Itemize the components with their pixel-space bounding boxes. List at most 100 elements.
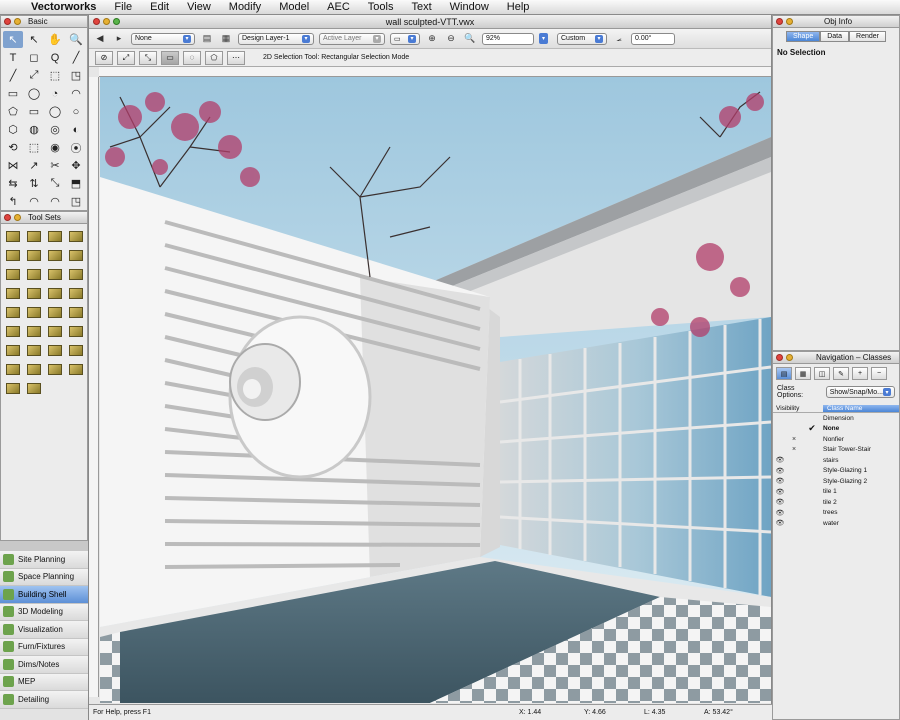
close-icon[interactable]: [776, 18, 783, 25]
class-options-popup[interactable]: Show/Snap/Mo... ▾: [825, 386, 895, 398]
building-shell-tool-icon[interactable]: [66, 341, 86, 359]
class-row[interactable]: 👁 tile 2: [773, 497, 899, 508]
quarter-arc-tool-icon[interactable]: ◔: [45, 85, 65, 102]
building-shell-tool-icon[interactable]: [24, 227, 44, 245]
polygon-tool-icon[interactable]: ⬠: [3, 103, 23, 120]
fillet-tool-icon[interactable]: ⋈: [3, 157, 23, 174]
building-shell-tool-icon[interactable]: [24, 246, 44, 264]
pan-tool-icon[interactable]: ↖: [24, 31, 44, 48]
chamfer-tool-icon[interactable]: ↗: [24, 157, 44, 174]
walkthrough-tool-icon[interactable]: ⇅: [24, 175, 44, 192]
minimize-icon[interactable]: [14, 214, 21, 221]
class-row[interactable]: 👁 Style-Glazing 1: [773, 466, 899, 477]
close-icon[interactable]: [776, 354, 783, 361]
tab-data[interactable]: Data: [820, 31, 850, 42]
reshape-tool-icon[interactable]: ⤢: [24, 67, 44, 84]
menu-file[interactable]: File: [105, 0, 141, 15]
building-shell-tool-icon[interactable]: [3, 303, 23, 321]
render-tool-icon[interactable]: ◳: [66, 193, 86, 210]
class-row[interactable]: 👁 stairs: [773, 455, 899, 466]
menu-help[interactable]: Help: [498, 0, 539, 15]
clip-tool-icon[interactable]: ◉: [45, 139, 65, 156]
render-mode-popup[interactable]: ▭ ▾: [390, 32, 420, 45]
lasso-selection-icon[interactable]: ◌: [183, 50, 201, 65]
visible-icon[interactable]: 👁: [773, 477, 787, 485]
visible-icon[interactable]: 👁: [773, 488, 787, 496]
zoom-tool-icon[interactable]: 🔍: [66, 31, 86, 48]
active-layer-popup[interactable]: Active Layer ▾: [319, 32, 385, 45]
building-shell-tool-icon[interactable]: [3, 322, 23, 340]
arc-tool-icon[interactable]: ◯: [24, 85, 44, 102]
invisible-icon[interactable]: ×: [787, 446, 801, 453]
oval-tool-icon[interactable]: ◠: [66, 85, 86, 102]
angle-field[interactable]: 0.00°: [631, 32, 675, 45]
rectangular-selection-icon[interactable]: ▭: [161, 50, 179, 65]
class-row[interactable]: × Stair Tower-Stair: [773, 445, 899, 456]
offset-tool-icon[interactable]: ◐: [66, 121, 86, 138]
building-shell-tool-icon[interactable]: [66, 322, 86, 340]
building-shell-tool-icon[interactable]: [45, 284, 65, 302]
menu-view[interactable]: View: [178, 0, 220, 15]
connect-tool-icon[interactable]: ✥: [66, 157, 86, 174]
class-row[interactable]: 👁 water: [773, 518, 899, 529]
forward-icon[interactable]: ▸: [112, 33, 126, 45]
visible-icon[interactable]: 👁: [773, 519, 787, 527]
extrude-tool-icon[interactable]: ↰: [3, 193, 23, 210]
visible-icon[interactable]: 👁: [773, 509, 787, 517]
building-shell-tool-icon[interactable]: [45, 322, 65, 340]
no-pick-up-icon[interactable]: ⊘: [95, 50, 113, 65]
menu-tools[interactable]: Tools: [359, 0, 403, 15]
class-row[interactable]: 👁 trees: [773, 508, 899, 519]
layers-view-icon[interactable]: ▦: [795, 367, 811, 380]
building-shell-tool-icon[interactable]: [3, 360, 23, 378]
building-shell-tool-icon[interactable]: [24, 303, 44, 321]
layer-options-icon[interactable]: ▦: [219, 33, 233, 45]
building-shell-tool-icon[interactable]: [66, 227, 86, 245]
building-shell-tool-icon[interactable]: [45, 303, 65, 321]
classes-view-icon[interactable]: ▤: [776, 367, 792, 380]
delete-icon[interactable]: −: [871, 367, 887, 380]
visible-icon[interactable]: 👁: [773, 456, 787, 464]
snap-icon[interactable]: ⋯: [227, 50, 245, 65]
building-shell-tool-icon[interactable]: [66, 303, 86, 321]
mirror-tool-icon[interactable]: ⬚: [24, 139, 44, 156]
view-popup[interactable]: Custom ▾: [557, 32, 607, 45]
tool-set-site-planning[interactable]: Site Planning: [0, 551, 88, 569]
magnify-icon[interactable]: 🔍: [463, 33, 477, 45]
reshape-icon[interactable]: ⤢: [117, 50, 135, 65]
edit-icon[interactable]: ✎: [833, 367, 849, 380]
callout-tool-icon[interactable]: Q: [45, 49, 65, 66]
building-shell-tool-icon[interactable]: [45, 360, 65, 378]
move-page-tool-icon[interactable]: ✋: [45, 31, 65, 48]
translate-view-tool-icon[interactable]: ⤡: [45, 175, 65, 192]
building-shell-tool-icon[interactable]: [45, 265, 65, 283]
zoom-field[interactable]: 92%: [482, 32, 534, 45]
minimize-icon[interactable]: [786, 18, 793, 25]
invisible-icon[interactable]: ×: [787, 436, 801, 443]
building-shell-tool-icon[interactable]: [45, 246, 65, 264]
tool-set-furn-fixtures[interactable]: Furn/Fixtures: [0, 638, 88, 656]
rounded-rect-tool-icon[interactable]: ◳: [66, 67, 86, 84]
zoom-in-icon[interactable]: ⊕: [425, 33, 439, 45]
close-icon[interactable]: [4, 214, 11, 221]
building-shell-tool-icon[interactable]: [24, 341, 44, 359]
rotate-view-tool-icon[interactable]: ⬒: [66, 175, 86, 192]
tool-set-space-planning[interactable]: Space Planning: [0, 568, 88, 586]
trim-tool-icon[interactable]: ✂: [45, 157, 65, 174]
building-shell-tool-icon[interactable]: [66, 284, 86, 302]
navigation-titlebar[interactable]: Navigation – Classes: [773, 352, 899, 364]
close-icon[interactable]: [4, 18, 11, 25]
building-shell-tool-icon[interactable]: [24, 379, 44, 397]
new-class-icon[interactable]: +: [852, 367, 868, 380]
dimension-tool-icon[interactable]: ╱: [3, 67, 23, 84]
split-tool-icon[interactable]: ⦿: [66, 139, 86, 156]
obj-info-titlebar[interactable]: Obj Info: [773, 16, 899, 28]
rotate-icon[interactable]: ⤡: [139, 50, 157, 65]
rotate-tool-icon[interactable]: ⟲: [3, 139, 23, 156]
loft-tool-icon[interactable]: ◠: [45, 193, 65, 210]
building-shell-tool-icon[interactable]: [24, 265, 44, 283]
menu-text[interactable]: Text: [402, 0, 440, 15]
tab-shape[interactable]: Shape: [785, 31, 821, 42]
menu-modify[interactable]: Modify: [220, 0, 270, 15]
building-shell-tool-icon[interactable]: [3, 265, 23, 283]
